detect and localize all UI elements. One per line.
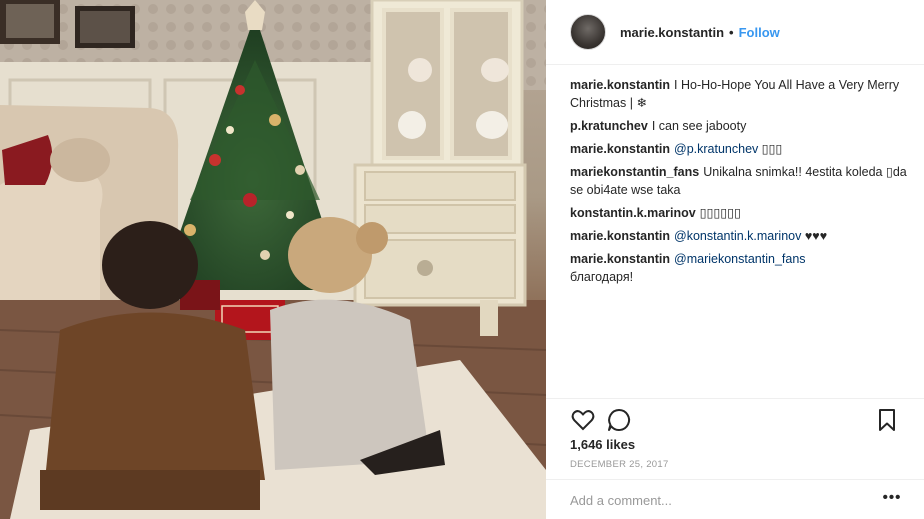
comment-text: благодаря!	[570, 270, 634, 284]
comment-username[interactable]: mariekonstantin_fans	[570, 165, 699, 179]
comment-item: marie.konstantin @mariekonstantin_fans бла…	[570, 250, 910, 286]
bookmark-icon[interactable]	[874, 407, 900, 433]
comment-text: I can see jabooty	[651, 119, 747, 133]
comment-item: marie.konstantin I Ho-Ho-Hope You All Hav…	[570, 76, 910, 112]
add-comment-bar: •••	[546, 479, 924, 519]
comment-username[interactable]: konstantin.k.marinov	[570, 206, 696, 220]
header-username[interactable]: marie.konstantin	[620, 25, 724, 40]
post-side-panel: marie.konstantin • Follow marie.konstant…	[546, 0, 924, 519]
comment-mention[interactable]: @konstantin.k.marinov	[674, 229, 801, 243]
comment-username[interactable]: p.kratunchev	[570, 119, 648, 133]
comments-list: marie.konstantin I Ho-Ho-Hope You All Hav…	[570, 76, 910, 291]
post-date: DECEMBER 25, 2017	[570, 459, 669, 470]
christmas-scene-illustration	[0, 0, 546, 519]
comment-input[interactable]	[570, 490, 870, 510]
likes-count[interactable]: 1,646 likes	[570, 437, 635, 452]
post-header: marie.konstantin • Follow	[546, 0, 924, 65]
comment-item: marie.konstantin @konstantin.k.marinov ♥♥…	[570, 227, 910, 245]
follow-button[interactable]: Follow	[739, 25, 780, 40]
comment-username[interactable]: marie.konstantin	[570, 229, 670, 243]
comment-item: marie.konstantin @p.kratunchev ▯▯▯	[570, 140, 910, 158]
comment-item: mariekonstantin_fans Unikalna snimka!! 4e…	[570, 163, 910, 199]
action-icons	[570, 407, 900, 433]
comment-item: p.kratunchev I can see jabooty	[570, 117, 910, 135]
comment-mention[interactable]: @p.kratunchev	[674, 142, 758, 156]
comment-icon[interactable]	[606, 407, 632, 433]
avatar[interactable]	[570, 14, 606, 50]
comment-mention[interactable]: @mariekonstantin_fans	[674, 252, 806, 266]
post-photo[interactable]	[0, 0, 546, 519]
more-options-button[interactable]: •••	[882, 488, 902, 508]
post-actions: 1,646 likes DECEMBER 25, 2017 •••	[546, 398, 924, 518]
comment-username[interactable]: marie.konstantin	[570, 142, 670, 156]
heart-icon[interactable]	[570, 407, 596, 433]
comment-text: ♥♥♥	[804, 229, 828, 243]
comment-text: ▯▯▯	[761, 142, 783, 156]
header-separator: •	[729, 24, 734, 40]
comment-item: konstantin.k.marinov ▯▯▯▯▯▯	[570, 204, 910, 222]
comment-username[interactable]: marie.konstantin	[570, 78, 670, 92]
instagram-post: marie.konstantin • Follow marie.konstant…	[0, 0, 924, 519]
comment-username[interactable]: marie.konstantin	[570, 252, 670, 266]
comment-text: ▯▯▯▯▯▯	[699, 206, 742, 220]
